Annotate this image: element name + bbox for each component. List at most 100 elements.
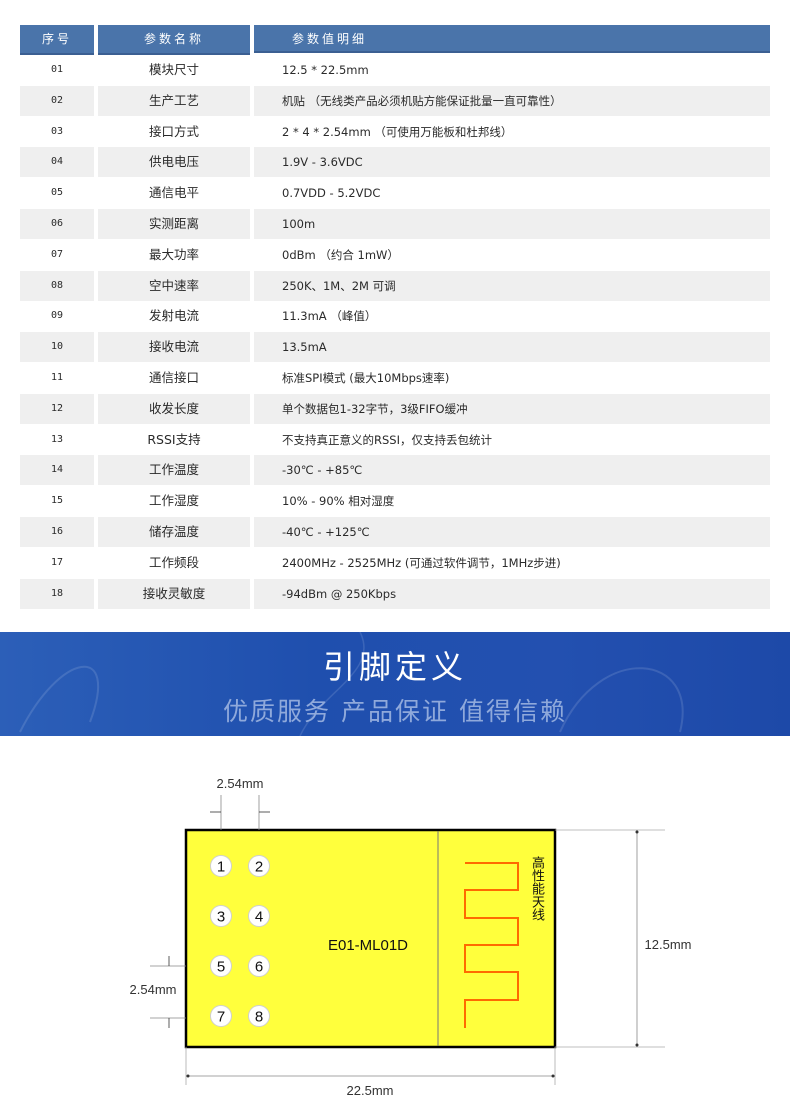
row-index: 11 [50,372,64,383]
row-param-value: 100m [254,209,770,239]
row-param-name: 接收灵敏度 [98,578,250,609]
row-index: 07 [50,248,64,260]
row-index: 04 [20,147,94,178]
row-param-name: 最大功率 [148,246,199,262]
dim-arrow [551,1074,555,1078]
pin-2: 2 [248,855,270,877]
row-param-name: 供电电压 [98,147,250,178]
row-param-name: 发射电流 [148,308,199,324]
dim-pitch-horizontal: 2.54mm [217,776,264,791]
antenna-label: 高性能天线 [529,856,544,921]
pin-number: 3 [217,909,225,926]
banner-title: 引脚定义 [322,648,467,686]
row-index: 06 [20,209,94,239]
row-param-value: 250K、1M、2M 可调 [254,270,770,301]
table-row: 03 接口方式 2 * 4 * 2.54mm （可使用万能板和杜邦线） [20,117,770,147]
module-name: E01-ML01D [328,937,408,954]
row-param-value: 10% - 90% 相对湿度 [282,494,395,509]
row-param-name: 工作湿度 [148,493,199,509]
table-row: 17 工作频段 2400MHz - 2525MHz (可通过软件调节，1MHz步进) [20,548,770,578]
pin-diagram: 12345678 E01-ML01D 2.54mm 2.54mm 12.5mm … [0,740,790,1113]
header-param-name: 参数名称 [98,25,250,55]
table-row: 09 发射电流 11.3mA （峰值） [20,301,770,331]
table-row: 11 通信接口 标准SPI模式 (最大10Mbps速率) [20,363,770,393]
row-param-value: -30℃ - +85℃ [254,455,770,486]
pin-6: 6 [248,955,270,977]
dim-arrow [635,830,639,834]
banner-subtitle: 优质服务 产品保证 值得信赖 [223,697,567,726]
pin-7: 7 [210,1005,232,1027]
row-param-value: 机贴 （无线类产品必须机贴方能保证批量一直可靠性） [254,85,770,116]
section-banner: 引脚定义 优质服务 产品保证 值得信赖 [0,632,790,736]
table-row: 14 工作温度 -30℃ - +85℃ [20,455,770,486]
table-row: 16 储存温度 -40℃ - +125℃ [20,517,770,547]
header-index: 序号 [20,25,94,55]
dim-width: 22.5mm [347,1083,394,1098]
row-index: 03 [50,125,64,137]
row-param-name: 通信接口 [148,370,199,385]
row-index: 09 [50,310,64,322]
row-param-value: 2400MHz - 2525MHz (可通过软件调节，1MHz步进) [282,555,561,570]
row-param-name: RSSI支持 [147,431,201,447]
row-param-name: 工作温度 [98,455,250,486]
pin-number: 8 [255,1009,263,1026]
row-param-value: 0dBm （约合 1mW） [282,247,399,262]
row-index: 12 [20,393,94,424]
row-index: 05 [50,187,64,199]
dim-pitch-vertical: 2.54mm [130,982,177,997]
row-index: 14 [20,455,94,486]
row-index: 15 [50,495,64,507]
table-row: 18 接收灵敏度 -94dBm @ 250Kbps [20,578,770,609]
table-row: 01 模块尺寸 12.5 * 22.5mm [20,55,770,85]
table-row: 02 生产工艺 机贴 （无线类产品必须机贴方能保证批量一直可靠性） [20,85,770,116]
pin-4: 4 [248,905,270,927]
pin-number: 6 [255,959,263,976]
pin-number: 5 [217,959,225,976]
table-row: 08 空中速率 250K、1M、2M 可调 [20,270,770,301]
table-row: 04 供电电压 1.9V - 3.6VDC [20,147,770,178]
pin-number: 2 [255,859,263,876]
row-index: 17 [50,556,64,568]
row-param-name: 通信电平 [148,185,199,201]
dim-height: 12.5mm [645,937,692,952]
row-param-value: 1.9V - 3.6VDC [254,147,770,178]
row-param-name: 接收电流 [98,332,250,363]
pin-number: 4 [255,909,263,926]
row-param-value: 标准SPI模式 (最大10Mbps速率) [282,371,450,385]
row-index: 10 [20,332,94,363]
row-param-name: 储存温度 [98,517,250,547]
row-index: 18 [20,578,94,609]
row-index: 16 [20,517,94,547]
table-row: 07 最大功率 0dBm （约合 1mW） [20,240,770,270]
row-param-name: 生产工艺 [98,85,250,116]
row-param-value: 2 * 4 * 2.54mm （可使用万能板和杜邦线） [282,124,513,139]
row-param-value: 13.5mA [254,332,770,363]
row-param-name: 实测距离 [98,209,250,239]
pin-1: 1 [210,855,232,877]
row-param-value: -94dBm @ 250Kbps [254,578,770,609]
pin-number: 1 [217,859,225,876]
header-param-value: 参数值明细 [254,25,770,53]
table-row: 10 接收电流 13.5mA [20,332,770,363]
row-param-value: -40℃ - +125℃ [254,517,770,547]
row-index: 08 [20,270,94,301]
pin-8: 8 [248,1005,270,1027]
pin-3: 3 [210,905,232,927]
row-param-value: 12.5 * 22.5mm [282,63,369,77]
pin-5: 5 [210,955,232,977]
row-param-value: 单个数据包1-32字节，3级FIFO缓冲 [254,393,770,424]
table-row: 06 实测距离 100m [20,209,770,239]
row-param-name: 收发长度 [98,393,250,424]
row-param-name: 接口方式 [148,123,199,139]
dim-arrow [635,1043,639,1047]
dim-arrow [186,1074,190,1078]
row-param-value: 不支持真正意义的RSSI，仅支持丢包统计 [282,432,492,447]
table-row: 15 工作湿度 10% - 90% 相对湿度 [20,486,770,516]
table-row: 12 收发长度 单个数据包1-32字节，3级FIFO缓冲 [20,393,770,424]
row-index: 01 [50,64,64,75]
table-row: 05 通信电平 0.7VDD - 5.2VDC [20,178,770,208]
pin-number: 7 [217,1009,225,1026]
row-index: 13 [50,433,64,445]
table-header: 序号 参数名称 参数值明细 [20,25,770,55]
row-param-value: 11.3mA （峰值） [282,309,377,324]
